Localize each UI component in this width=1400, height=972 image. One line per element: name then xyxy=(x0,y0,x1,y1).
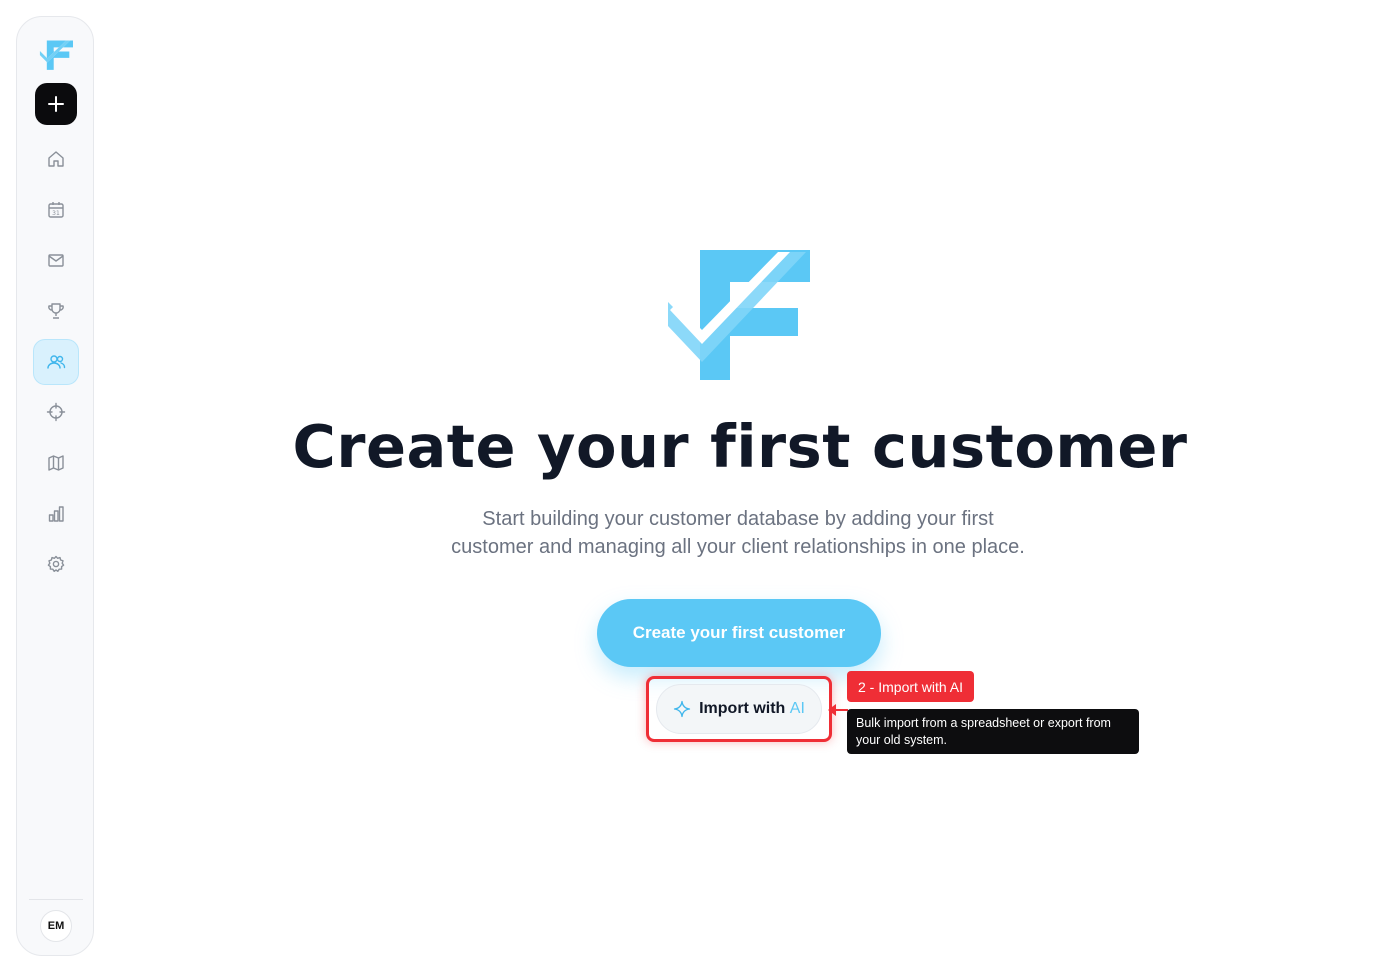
map-icon xyxy=(48,455,64,471)
sidebar-item-customers[interactable] xyxy=(33,339,79,385)
sidebar-item-settings[interactable] xyxy=(33,541,79,587)
sidebar-item-map[interactable] xyxy=(33,440,79,486)
svg-text:31: 31 xyxy=(52,210,60,217)
import-button-label: Import with AI xyxy=(699,700,805,717)
ai-label: AI xyxy=(789,700,805,717)
crosshair-icon xyxy=(46,402,66,422)
import-with-ai-button[interactable]: Import with AI xyxy=(656,684,822,734)
mail-icon xyxy=(48,254,64,267)
sidebar-item-mail[interactable] xyxy=(33,237,79,283)
walkthrough-tooltip: Bulk import from a spreadsheet or export… xyxy=(847,709,1139,754)
calendar-icon: 31 xyxy=(48,202,64,218)
bar-chart-icon xyxy=(48,506,64,522)
sidebar-item-reports[interactable] xyxy=(33,491,79,537)
brand-logo-icon[interactable] xyxy=(39,37,73,71)
sidebar-divider xyxy=(29,899,83,900)
users-icon xyxy=(47,355,66,369)
trophy-icon xyxy=(48,303,64,319)
sparkle-icon xyxy=(673,700,691,718)
sidebar-item-leads[interactable] xyxy=(33,389,79,435)
gear-icon xyxy=(47,555,65,572)
walkthrough-arrow-line xyxy=(834,709,848,711)
tooltip-line-2: your old system. xyxy=(856,732,948,747)
new-item-button[interactable] xyxy=(35,83,77,125)
page-title: Create your first customer xyxy=(292,412,1188,481)
sidebar-item-calendar[interactable]: 31 xyxy=(33,187,79,233)
create-first-customer-button[interactable]: Create your first customer xyxy=(597,599,881,667)
user-avatar[interactable]: EM xyxy=(40,910,72,942)
walkthrough-arrow-head xyxy=(828,704,836,716)
subtitle-line-2: customer and managing all your client re… xyxy=(451,536,1025,558)
sidebar-item-deals[interactable] xyxy=(33,288,79,334)
sidebar: 31 EM xyxy=(16,16,94,956)
subtitle-line-1: Start building your customer database by… xyxy=(482,508,994,530)
page-subtitle: Start building your customer database by… xyxy=(388,505,1088,561)
tooltip-line-1: Bulk import from a spreadsheet or export… xyxy=(856,716,1111,730)
plus-icon xyxy=(48,96,64,112)
home-icon xyxy=(48,151,64,167)
walkthrough-step-badge: 2 - Import with AI xyxy=(847,671,975,702)
brand-logo-icon xyxy=(668,250,810,380)
sidebar-item-home[interactable] xyxy=(33,136,79,182)
